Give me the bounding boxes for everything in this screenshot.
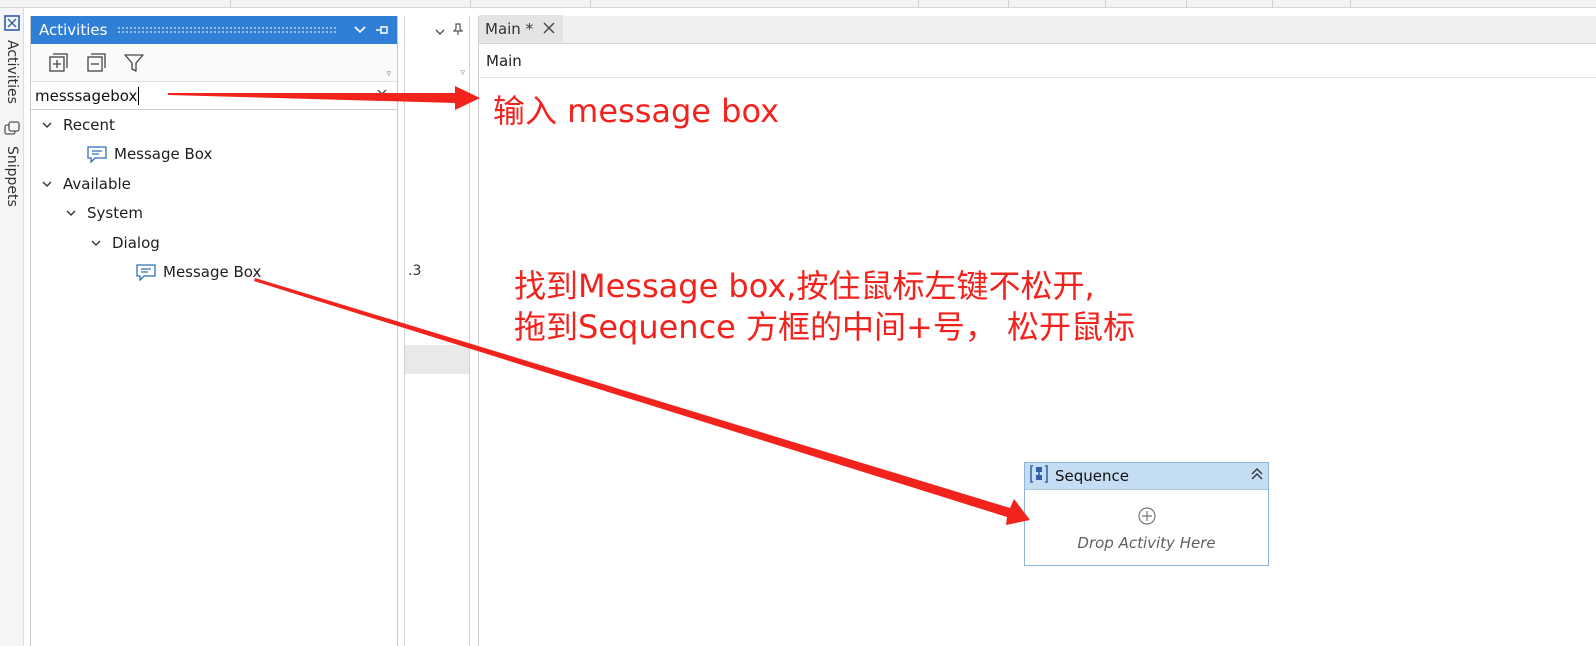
- vertical-tab-snippets[interactable]: Snippets: [0, 120, 24, 207]
- clear-search-icon[interactable]: [377, 87, 387, 103]
- tree-node-label: Recent: [63, 116, 115, 134]
- toolbar-overflow-icon[interactable]: ▿: [386, 69, 391, 79]
- document-tab-strip: Main *: [479, 15, 1596, 44]
- annotation-drag-hint: 找到Message box,按住鼠标左键不松开, 拖到Sequence 方框的中…: [514, 266, 1135, 348]
- message-box-icon: [136, 263, 158, 281]
- activities-icon: [3, 14, 21, 36]
- top-toolbar-strip: [0, 0, 1596, 8]
- chevron-down-icon[interactable]: [88, 240, 104, 247]
- tab-main[interactable]: Main *: [479, 15, 564, 43]
- sequence-drop-zone[interactable]: Drop Activity Here: [1025, 491, 1268, 566]
- tree-node-dialog-message-box[interactable]: Message Box: [136, 258, 261, 286]
- activities-panel-header: Activities: [31, 16, 397, 44]
- sequence-title: Sequence: [1055, 467, 1129, 485]
- snippets-icon: [3, 120, 21, 142]
- sequence-icon: [1029, 464, 1049, 488]
- activities-search-input[interactable]: messsagebox: [31, 82, 397, 110]
- tab-label: Main *: [485, 20, 534, 38]
- drop-hint: Drop Activity Here: [1077, 533, 1216, 552]
- pin-icon[interactable]: [373, 21, 391, 39]
- sequence-activity[interactable]: Sequence Drop Activity Here: [1024, 462, 1269, 566]
- chevron-down-icon[interactable]: [39, 122, 55, 129]
- breadcrumb-item[interactable]: Main: [486, 52, 522, 70]
- collapse-icon[interactable]: [1250, 467, 1264, 485]
- collapse-all-icon[interactable]: [81, 48, 111, 78]
- activities-panel-title: Activities: [39, 21, 108, 39]
- add-activity-icon[interactable]: [1137, 506, 1157, 530]
- activities-panel: Activities ▿ messsagebox Recent Message …: [30, 16, 398, 646]
- sequence-header[interactable]: Sequence: [1025, 463, 1268, 490]
- vertical-tab-label: Snippets: [4, 146, 20, 207]
- pin-icon[interactable]: [452, 21, 464, 40]
- overflow-icon[interactable]: ▿: [460, 68, 465, 78]
- studio-window: Activities Snippets Activities ▿ messsag…: [0, 0, 1596, 646]
- panel-drag-grip[interactable]: [117, 26, 337, 34]
- chevron-down-icon[interactable]: [63, 210, 79, 217]
- tree-node-label: Dialog: [112, 234, 160, 252]
- breadcrumb[interactable]: Main: [479, 44, 1596, 78]
- annotation-line: 找到Message box,按住鼠标左键不松开,: [514, 267, 1095, 305]
- tree-node-available[interactable]: Available: [39, 170, 131, 198]
- expand-all-icon[interactable]: [43, 48, 73, 78]
- filter-icon[interactable]: [119, 48, 149, 78]
- tree-node-label: Message Box: [114, 145, 213, 163]
- truncated-text: .3: [408, 263, 422, 279]
- chevron-down-icon[interactable]: [351, 21, 369, 39]
- message-box-icon: [87, 145, 109, 163]
- tree-node-label: System: [87, 204, 143, 222]
- annotation-search-hint: 输入 message box: [493, 92, 780, 130]
- vertical-tab-label: Activities: [4, 40, 20, 104]
- activities-toolbar: ▿: [31, 44, 397, 82]
- chevron-down-icon[interactable]: [435, 21, 445, 40]
- chevron-down-icon[interactable]: [39, 181, 55, 188]
- tree-node-recent-message-box[interactable]: Message Box: [87, 140, 212, 168]
- close-icon[interactable]: [543, 20, 555, 38]
- selected-row-highlight: [405, 345, 469, 374]
- vertical-tab-activities[interactable]: Activities: [0, 14, 24, 104]
- tree-node-label: Available: [63, 175, 131, 193]
- side-tab-strip: Activities Snippets: [0, 8, 24, 646]
- search-input-value: messsagebox: [35, 86, 140, 105]
- tree-node-label: Message Box: [163, 263, 262, 281]
- secondary-panel-header: [405, 16, 469, 44]
- tree-node-dialog[interactable]: Dialog: [88, 229, 160, 257]
- tree-node-recent[interactable]: Recent: [39, 111, 115, 139]
- annotation-line: 拖到Sequence 方框的中间+号， 松开鼠标: [514, 308, 1136, 346]
- secondary-panel: ▿ .3: [404, 16, 470, 646]
- tree-node-system[interactable]: System: [63, 199, 143, 227]
